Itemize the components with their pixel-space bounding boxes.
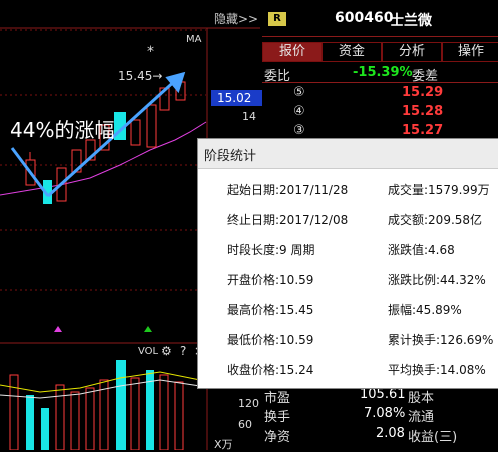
gear-icon[interactable]: ⚙ <box>161 344 172 358</box>
tab-quote[interactable]: 报价 <box>262 42 322 62</box>
turnover-row: 换手 7.08% 流通 <box>262 406 498 426</box>
volume-bars <box>9 360 184 450</box>
price-marker: 15.02 <box>211 90 264 106</box>
level-price: 15.29 <box>402 85 444 100</box>
period-stats-dialog[interactable]: 阶段统计 起始日期:2017/11/28 终止日期:2017/12/08 时段长… <box>197 138 498 389</box>
tab-analysis[interactable]: 分析 <box>382 42 442 62</box>
dialog-title: 阶段统计 <box>204 149 257 164</box>
dialog-title-bar[interactable]: 阶段统计 <box>198 139 498 169</box>
stat-amount: 成交额:209.58亿 <box>388 213 483 227</box>
pe-label: 市盈 <box>264 391 291 406</box>
stat-close-price: 收盘价格:15.24 <box>227 363 314 377</box>
vol-axis-60: 60 <box>238 418 252 431</box>
help-icon[interactable]: ? <box>180 344 186 358</box>
candle <box>130 119 141 146</box>
hide-button[interactable]: 隐藏>> <box>214 10 258 27</box>
marker-green <box>144 326 152 332</box>
stat-amplitude: 振幅:45.89% <box>388 303 462 317</box>
order-row: ④ 15.28 <box>262 104 498 121</box>
net-asset-value: 2.08 <box>376 426 405 441</box>
axis-label-14: 14 <box>242 110 256 123</box>
stat-volume: 成交量:1579.99万 <box>388 183 490 197</box>
high-price-label: 15.45→ <box>118 69 163 83</box>
turnover-label: 换手 <box>264 410 291 425</box>
stat-high-price: 最高价格:15.45 <box>227 303 314 317</box>
stat-period-length: 时段长度:9 周期 <box>227 243 315 257</box>
level-label: ⑤ <box>293 85 305 100</box>
turnover-value: 7.08% <box>364 406 406 421</box>
tab-funds[interactable]: 资金 <box>322 42 382 62</box>
level-label: ③ <box>293 123 305 138</box>
stat-cumulative-turnover: 累计换手:126.69% <box>388 333 494 347</box>
vol-label: VOL <box>138 346 159 357</box>
stat-change-value: 涨跌值:4.68 <box>388 243 455 257</box>
ma-label: MA <box>186 34 202 45</box>
vol-axis-120: 120 <box>238 397 259 410</box>
stock-badge: R <box>268 12 286 26</box>
float-label: 流通 <box>408 410 435 425</box>
stat-end-date: 终止日期:2017/12/08 <box>227 213 349 227</box>
stock-header: R 600460 士兰微 <box>262 8 498 30</box>
level-label: ④ <box>293 104 305 119</box>
gain-annotation: 44%的涨幅 <box>10 118 115 142</box>
stat-change-ratio: 涨跌比例:44.32% <box>388 273 486 287</box>
marker-magenta <box>54 326 62 332</box>
candle <box>146 104 157 148</box>
level-price: 15.28 <box>402 104 444 119</box>
net-asset-label: 净资 <box>264 430 291 445</box>
pe-value: 105.61 <box>360 387 406 402</box>
commission-ratio-row: 委比 -15.39% 委差 <box>262 65 498 84</box>
earnings-label: 收益(三) <box>408 430 458 445</box>
stock-name: 士兰微 <box>390 13 432 29</box>
stat-start-date: 起始日期:2017/11/28 <box>227 183 349 197</box>
pe-row: 市盈 105.61 股本 <box>262 387 498 407</box>
star-marker: * <box>147 44 154 60</box>
stat-low-price: 最低价格:10.59 <box>227 333 314 347</box>
net-asset-row: 净资 2.08 收益(三) <box>262 426 498 446</box>
tab-operate[interactable]: 操作 <box>442 42 498 62</box>
stock-code: 600460 <box>335 10 394 26</box>
order-row: ⑤ 15.29 <box>262 85 498 102</box>
level-price: 15.27 <box>402 123 444 138</box>
ratio-value: -15.39% <box>353 65 413 80</box>
share-capital-label: 股本 <box>408 391 435 406</box>
stat-open-price: 开盘价格:10.59 <box>227 273 314 287</box>
stat-average-turnover: 平均换手:14.08% <box>388 363 486 377</box>
